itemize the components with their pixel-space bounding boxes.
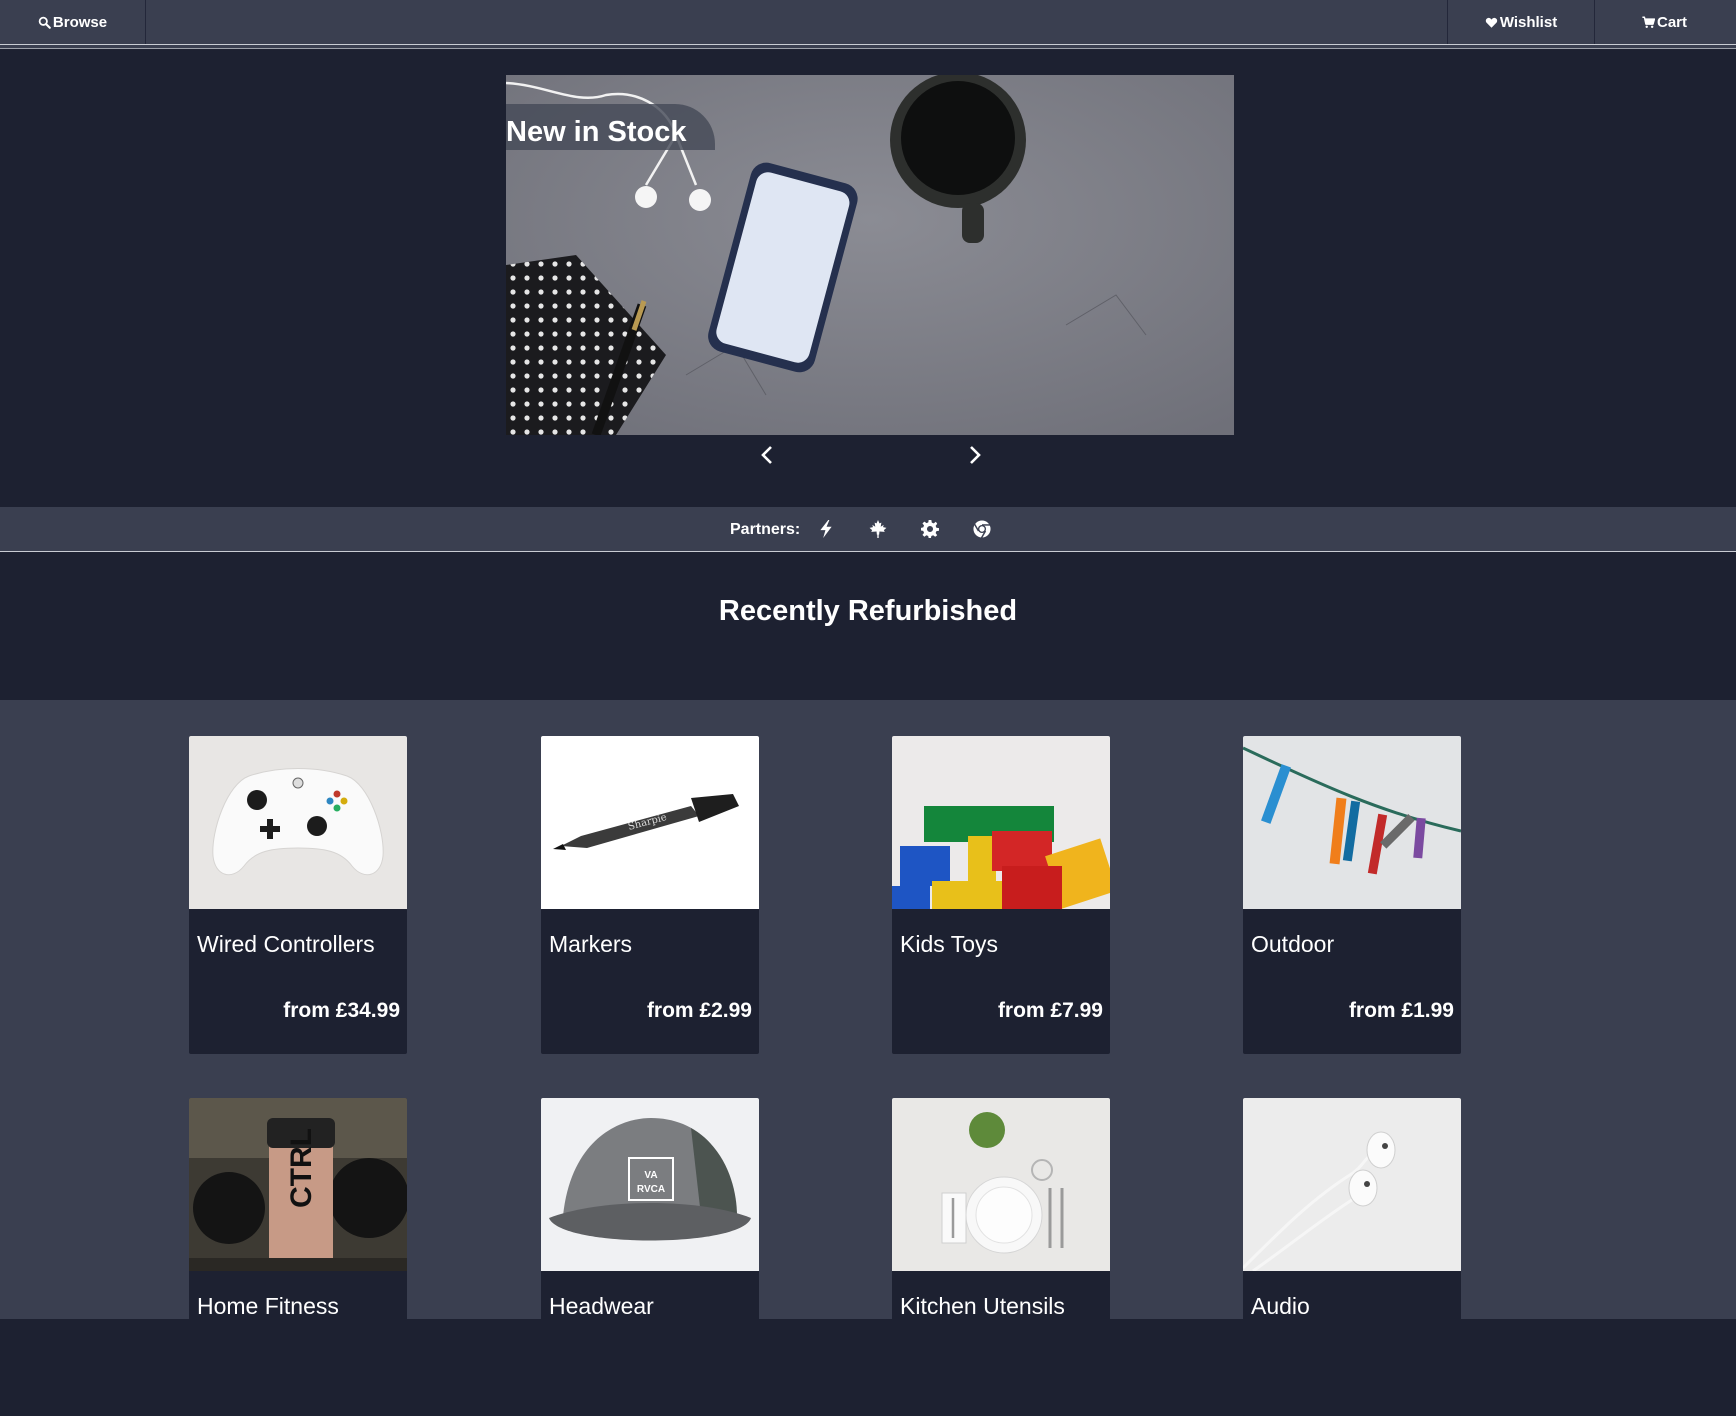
product-price: from £34.99: [283, 999, 400, 1022]
gear-icon[interactable]: [920, 519, 940, 539]
marker-image: Sharpie: [541, 736, 759, 909]
section-title: Recently Refurbished: [718, 595, 1018, 627]
svg-text:RVCA: RVCA: [637, 1184, 665, 1195]
controller-image: [189, 736, 407, 909]
product-card-kitchen-utensils[interactable]: Kitchen Utensils: [892, 1098, 1110, 1416]
product-name: Home Fitness: [197, 1293, 339, 1319]
browse-button[interactable]: Browse: [0, 0, 146, 44]
product-name: Audio: [1251, 1293, 1310, 1319]
product-name: Outdoor: [1251, 931, 1335, 957]
hero-banner[interactable]: New in Stock: [506, 75, 1234, 435]
wishlist-label: Wishlist: [1499, 13, 1558, 31]
cart-label: Cart: [1656, 13, 1687, 31]
earphones-image: [1243, 1098, 1461, 1271]
maple-leaf-icon[interactable]: [868, 519, 888, 539]
svg-text:VA: VA: [644, 1170, 657, 1181]
product-name: Markers: [549, 931, 633, 957]
bolt-icon[interactable]: [816, 519, 836, 539]
product-price: from £7.99: [997, 999, 1103, 1022]
toys-image: [892, 736, 1110, 909]
partners-label: Partners:: [730, 521, 801, 538]
product-card-outdoor[interactable]: Outdoor from £1.99: [1243, 736, 1461, 1054]
product-card-home-fitness[interactable]: CTRL Home Fitness: [189, 1098, 407, 1416]
chevron-right-icon: [970, 446, 981, 464]
product-card-headwear[interactable]: VA RVCA Headwear: [541, 1098, 759, 1416]
top-nav: Browse Wishlist Cart: [0, 0, 1736, 45]
partners-bar: Partners:: [0, 507, 1736, 552]
browse-label: Browse: [52, 13, 108, 31]
wishlist-button[interactable]: Wishlist: [1447, 0, 1595, 44]
hero-label: New in Stock: [506, 104, 715, 150]
product-name: Kitchen Utensils: [900, 1293, 1065, 1319]
fitness-image: CTRL: [189, 1098, 407, 1271]
cart-icon: [1642, 15, 1655, 28]
product-price: from £1.99: [1348, 999, 1454, 1022]
product-card-audio[interactable]: Audio: [1243, 1098, 1461, 1416]
product-price: from £2.99: [646, 999, 752, 1022]
product-card-markers[interactable]: Sharpie Markers from £2.99: [541, 736, 759, 1054]
heart-icon: [1485, 17, 1497, 28]
kitchen-image: [892, 1098, 1110, 1271]
carousel-next-button[interactable]: [960, 440, 990, 470]
clothespins-image: [1243, 736, 1461, 909]
product-card-wired-controllers[interactable]: Wired Controllers from £34.99: [189, 736, 407, 1054]
product-card-kids-toys[interactable]: Kids Toys from £7.99: [892, 736, 1110, 1054]
product-name: Headwear: [549, 1293, 654, 1319]
carousel-prev-button[interactable]: [752, 440, 782, 470]
product-name: Kids Toys: [900, 931, 999, 957]
product-name: Wired Controllers: [197, 931, 375, 957]
chrome-icon[interactable]: [972, 519, 992, 539]
cart-button[interactable]: Cart: [1593, 0, 1736, 44]
chevron-left-icon: [761, 446, 772, 464]
cap-image: VA RVCA: [541, 1098, 759, 1271]
svg-text:CTRL: CTRL: [285, 1128, 318, 1208]
search-icon: [38, 16, 51, 29]
